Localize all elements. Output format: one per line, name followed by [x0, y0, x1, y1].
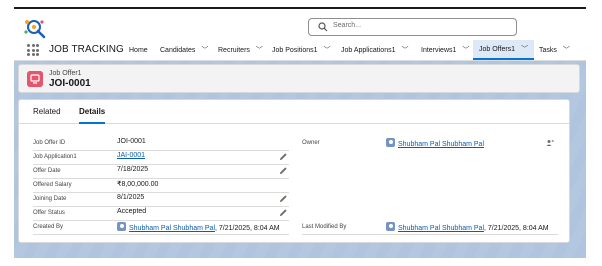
nav-item-job-applications[interactable]: Job Applications1 ﹀: [341, 40, 408, 60]
nav-item-job-positions[interactable]: Job Positions1 ﹀: [272, 40, 331, 60]
field-label: Job Offer ID: [33, 140, 66, 146]
edit-pencil-icon[interactable]: [279, 208, 288, 217]
nav-item-home[interactable]: Home: [129, 40, 148, 60]
tab-related[interactable]: Related: [33, 107, 61, 116]
nav-item-label: Candidates: [160, 46, 196, 54]
field-offered-salary: Offered Salary ₹8,00,000.00: [33, 179, 289, 193]
field-value: 7/18/2025: [117, 166, 149, 173]
last-modified-by-timestamp: , 7/21/2025, 8:04 AM: [484, 225, 549, 232]
nav-item-tasks[interactable]: Tasks ﹀: [539, 40, 570, 60]
nav-item-interviews[interactable]: Interviews1 ﹀: [421, 40, 469, 60]
logo-icon[interactable]: [22, 17, 50, 41]
field-value: Accepted: [117, 208, 147, 215]
global-header: Search...: [14, 9, 586, 39]
nav-item-label: Tasks: [539, 46, 557, 54]
record-detail-card: Related Details Job Offer ID JOI-0001 Jo…: [18, 99, 570, 243]
field-last-modified-by: Last Modified By Shubham Pal Shubham Pal…: [302, 221, 558, 235]
field-label: Offer Date: [33, 168, 61, 174]
created-by-timestamp: , 7/21/2025, 8:04 AM: [215, 225, 280, 232]
field-job-application: Job Application1 JAI-0001: [33, 151, 289, 165]
change-owner-icon[interactable]: [546, 139, 554, 147]
owner-user-link[interactable]: Shubham Pal Shubham Pal: [398, 141, 484, 148]
edit-pencil-icon[interactable]: [279, 194, 288, 203]
field-value: JOI-0001: [117, 138, 146, 145]
user-avatar-icon: [386, 222, 395, 231]
nav-item-label: Job Positions1: [272, 46, 318, 54]
field-label: Job Application1: [33, 154, 77, 160]
user-avatar-icon: [386, 138, 395, 147]
field-value: 8/1/2025: [117, 194, 145, 201]
edit-pencil-icon[interactable]: [279, 152, 288, 161]
owner-value: Shubham Pal Shubham Pal: [386, 138, 484, 148]
nav-item-candidates[interactable]: Candidates ﹀: [160, 40, 208, 60]
field-job-offer-id: Job Offer ID JOI-0001: [33, 137, 289, 151]
chevron-down-icon[interactable]: ﹀: [521, 44, 528, 54]
created-by-user-link[interactable]: Shubham Pal Shubham Pal: [129, 225, 215, 232]
nav-item-job-offers[interactable]: Job Offers1 ﹀: [473, 40, 535, 60]
chevron-down-icon[interactable]: ﹀: [462, 45, 469, 55]
last-modified-by-user-link[interactable]: Shubham Pal Shubham Pal: [398, 225, 484, 232]
search-placeholder: Search...: [333, 22, 362, 29]
nav-item-label: Interviews1: [421, 46, 457, 54]
nav-item-label: Home: [129, 46, 148, 54]
app-name: JOB TRACKING: [49, 44, 124, 55]
created-by-value: Shubham Pal Shubham Pal, 7/21/2025, 8:04…: [117, 222, 280, 232]
app-navigation-bar: JOB TRACKING Home Candidates ﹀ Recruiter…: [14, 40, 586, 61]
nav-item-label: Job Applications1: [341, 46, 396, 54]
chevron-down-icon[interactable]: ﹀: [201, 45, 208, 55]
record-highlights-panel: Job Offer1 JOI-0001: [18, 64, 580, 93]
field-value: ₹8,00,000.00: [117, 181, 159, 188]
chevron-down-icon[interactable]: ﹀: [256, 45, 263, 55]
chevron-down-icon[interactable]: ﹀: [324, 45, 331, 55]
field-label: Created By: [33, 224, 64, 230]
job-application-link[interactable]: JAI-0001: [117, 152, 145, 159]
user-avatar-icon: [117, 222, 126, 231]
record-title: JOI-0001: [49, 78, 91, 89]
chevron-down-icon[interactable]: ﹀: [563, 45, 570, 55]
field-label: Offered Salary: [33, 182, 72, 188]
field-label: Offer Status: [33, 210, 65, 216]
last-modified-by-value: Shubham Pal Shubham Pal, 7/21/2025, 8:04…: [386, 222, 549, 232]
field-created-by: Created By Shubham Pal Shubham Pal, 7/21…: [33, 221, 289, 235]
chevron-down-icon[interactable]: ﹀: [401, 45, 408, 55]
field-offer-status: Offer Status Accepted: [33, 207, 289, 221]
field-label: Last Modified By: [302, 224, 347, 230]
field-label: Owner: [302, 140, 320, 146]
record-tabs: Related Details: [19, 100, 569, 124]
field-offer-date: Offer Date 7/18/2025: [33, 165, 289, 179]
edit-pencil-icon[interactable]: [279, 166, 288, 175]
nav-item-label: Recruiters: [218, 46, 250, 54]
job-offer-object-icon: [27, 71, 43, 87]
record-object-label: Job Offer1: [49, 70, 82, 77]
field-owner: Owner Shubham Pal Shubham Pal: [302, 137, 558, 151]
global-search-input[interactable]: Search...: [308, 18, 517, 36]
tab-details[interactable]: Details: [79, 107, 106, 124]
field-joining-date: Joining Date 8/1/2025: [33, 193, 289, 207]
search-icon: [318, 22, 328, 32]
nav-item-label: Job Offers1: [479, 45, 516, 53]
nav-item-recruiters[interactable]: Recruiters ﹀: [218, 40, 263, 60]
field-label: Joining Date: [33, 196, 67, 202]
app-launcher-icon[interactable]: [27, 44, 39, 56]
